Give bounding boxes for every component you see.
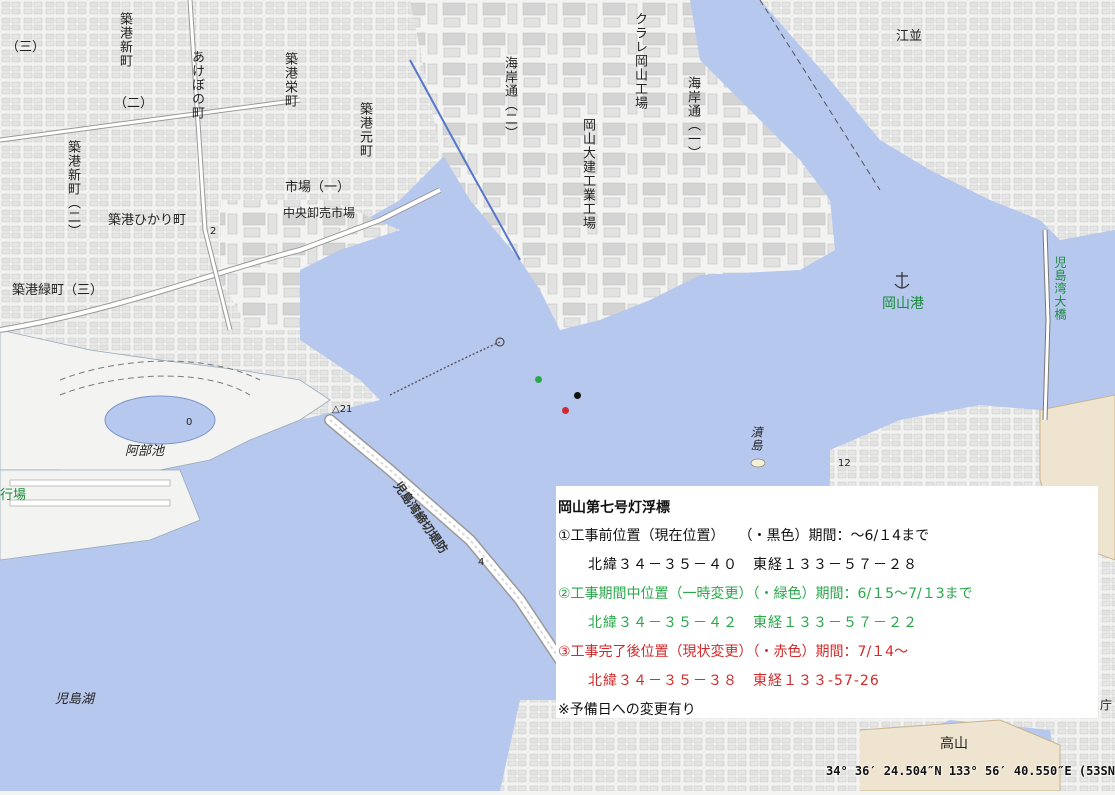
info-during-position: ②工事期間中位置（一時変更）（・緑色）期間：6/１5～7/１3まで [558, 586, 973, 602]
label-shin-ni: 築港新町（二） [65, 140, 80, 238]
buoy-info-panel: 岡山第七号灯浮標 ①工事前位置（現在位置） （・黒色）期間：～6/１4まで 北緯… [556, 486, 1098, 718]
label-san: （三） [6, 40, 46, 55]
label-okayama-daiken: 岡山大建工業工場 [580, 118, 595, 230]
info-before-position: ①工事前位置（現在位置） （・黒色）期間：～6/１4まで [558, 528, 930, 544]
label-chikko-sakae: 築港栄町 [282, 52, 297, 108]
info-before-coords: 北緯３４－３５－４０ 東経１３３－５７－２８ [588, 557, 918, 573]
info-note: ※予備日への変更有り [558, 702, 696, 718]
label-midori: 築港緑町（三） [12, 283, 104, 298]
label-route-4: 4 [478, 557, 485, 568]
label-abe-ike: 阿部池 [125, 444, 165, 459]
label-chuo-oroshi: 中央卸売市場 [283, 206, 356, 220]
label-kaigan-ni: 海岸通（二） [502, 56, 517, 140]
label-ni: （二） [114, 96, 154, 111]
label-kaigan-ichi: 海岸通（一） [685, 76, 700, 160]
label-gyojo: 行場 [0, 488, 27, 503]
label-okayama-port: 岡山港 [882, 296, 924, 312]
label-route-2: 2 [210, 226, 217, 237]
label-kuraray: クラレ岡山工場 [632, 12, 647, 110]
label-chikko-shin: 築港新町 [117, 12, 132, 68]
label-hikari: 築港ひかり町 [108, 213, 187, 228]
label-elev-21: △21 [332, 404, 353, 415]
label-kiyoshima: 濆島 [749, 426, 763, 452]
buoy-before-marker[interactable] [574, 392, 581, 399]
buoy-during-marker[interactable] [535, 376, 542, 383]
info-title: 岡山第七号灯浮標 [558, 500, 670, 516]
buoy-after-marker[interactable] [562, 407, 569, 414]
info-after-position: ③工事完了後位置（現状変更）（・赤色）期間：7/１4～ [558, 644, 909, 660]
label-elev-0: 0 [186, 417, 193, 428]
info-during-coords: 北緯３４－３５－４２ 東経１３３－５７－２２ [588, 615, 918, 631]
label-takayama: 高山 [940, 736, 968, 752]
label-enami: 江並 [896, 29, 923, 44]
label-chou: 庁 [1100, 698, 1113, 712]
label-kojima-bridge: 児島湾大橋 [1053, 256, 1067, 321]
info-after-coords: 北緯３４－３５－３８ 東経１３３-57-26 [588, 673, 880, 689]
label-elev-12: 12 [838, 458, 851, 469]
label-ichiba: 市場（一） [285, 180, 351, 195]
label-kojima-ko: 児島湖 [55, 692, 95, 707]
coordinate-readout: 34° 36′ 24.504″N 133° 56′ 40.550″E (53SN [826, 764, 1115, 778]
label-chikko-moto: 築港元町 [357, 102, 372, 158]
label-akebono: あけぼの町 [189, 50, 204, 120]
